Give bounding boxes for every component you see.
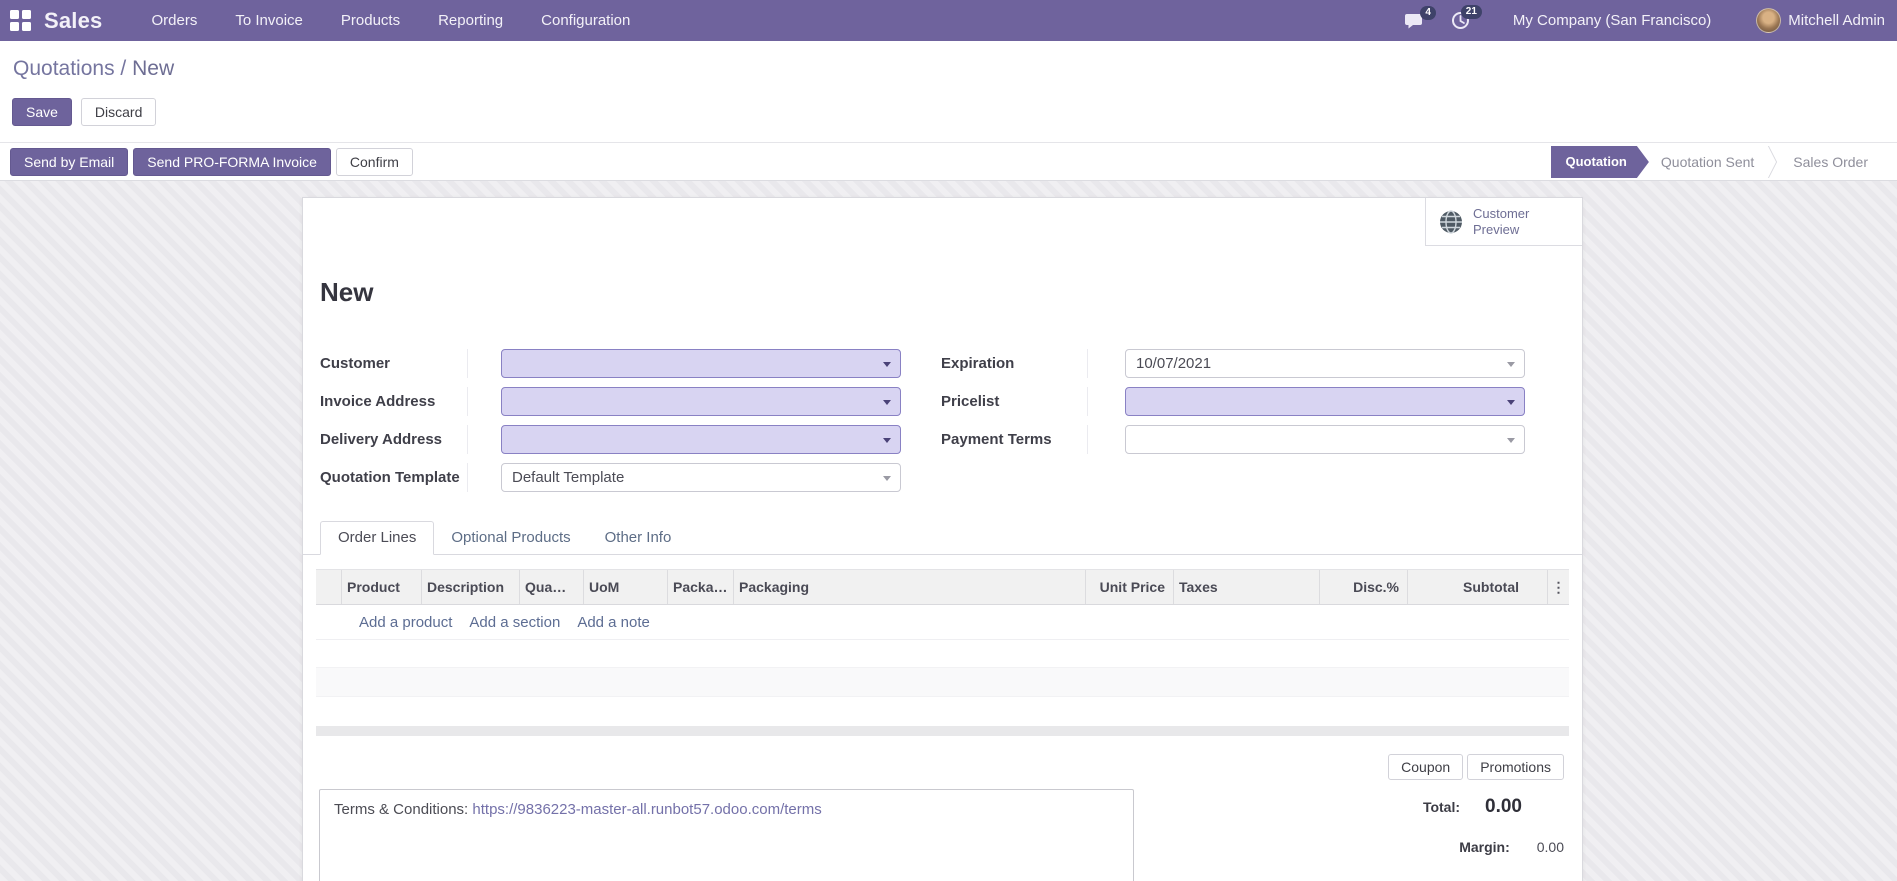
col-handle (316, 570, 342, 604)
payment-terms-input[interactable] (1125, 424, 1525, 454)
discard-button[interactable]: Discard (80, 98, 157, 126)
terms-conditions-textarea[interactable]: Terms & Conditions: https://9836223-mast… (319, 789, 1134, 881)
send-by-email-button[interactable]: Send by Email (10, 148, 129, 176)
add-a-section-link[interactable]: Add a section (469, 614, 560, 631)
quotation-template-input[interactable]: Default Template (501, 462, 901, 492)
menu-to-invoice[interactable]: To Invoice (216, 0, 322, 41)
dropdown-caret-icon (883, 361, 891, 367)
dropdown-caret-icon (1507, 437, 1515, 443)
tab-other-info[interactable]: Other Info (588, 522, 689, 554)
customer-input[interactable] (501, 348, 901, 378)
form-sheet: Customer Preview New Customer Invoice Ad… (302, 197, 1583, 881)
breadcrumb-current: New (132, 57, 175, 80)
company-switcher[interactable]: My Company (San Francisco) (1513, 12, 1711, 29)
user-avatar[interactable] (1756, 8, 1782, 33)
terms-label: Terms & Conditions: (334, 801, 473, 818)
empty-row (316, 697, 1569, 726)
pricelist-input[interactable] (1125, 386, 1525, 416)
messages-badge: 4 (1420, 5, 1436, 20)
add-a-product-link[interactable]: Add a product (359, 614, 452, 631)
dropdown-caret-icon (1507, 361, 1515, 367)
menu-orders[interactable]: Orders (133, 0, 217, 41)
field-group-left: Customer Invoice Address Delivery Addres… (303, 344, 901, 496)
customer-preview-label: Customer Preview (1473, 205, 1530, 237)
statusbar: Quotation Quotation Sent Sales Order (1551, 146, 1881, 178)
col-description: Description (422, 570, 520, 604)
menu-configuration[interactable]: Configuration (522, 0, 649, 41)
pricelist-label: Pricelist (941, 392, 1000, 410)
notebook: Order Lines Optional Products Other Info… (303, 521, 1582, 736)
expiration-input[interactable]: 10/07/2021 (1125, 348, 1525, 378)
invoice-address-input[interactable] (501, 386, 901, 416)
col-uom: UoM (584, 570, 668, 604)
tab-bar: Order Lines Optional Products Other Info (303, 521, 1582, 555)
menu-products[interactable]: Products (322, 0, 419, 41)
status-step-sales-order[interactable]: Sales Order (1781, 146, 1880, 178)
globe-icon (1440, 209, 1462, 234)
expiration-label: Expiration (941, 354, 1015, 372)
coupon-button[interactable]: Coupon (1388, 754, 1464, 780)
send-proforma-button[interactable]: Send PRO-FORMA Invoice (133, 148, 331, 176)
dropdown-caret-icon (883, 475, 891, 481)
promotions-button[interactable]: Promotions (1467, 754, 1564, 780)
record-title: New (320, 277, 374, 307)
col-subtotal: Subtotal (1408, 570, 1548, 604)
total-label: Total: (1422, 799, 1461, 815)
col-packaging-qty: Packaging ... (668, 570, 734, 604)
form-view-background: Customer Preview New Customer Invoice Ad… (0, 181, 1897, 881)
breadcrumb-separator: / (114, 57, 133, 80)
dropdown-caret-icon (883, 399, 891, 405)
customer-label: Customer (320, 354, 391, 372)
apps-menu-button[interactable] (0, 0, 40, 41)
delivery-address-label: Delivery Address (320, 430, 443, 448)
field-group-right: Expiration 10/07/2021 Pricelist Payment … (941, 344, 1525, 496)
margin-value: 0.00 (1536, 839, 1564, 855)
apps-grid-icon (9, 10, 31, 31)
navbar-right: 4 21 My Company (San Francisco) Mitchell… (1403, 5, 1897, 33)
main-menu: Orders To Invoice Products Reporting Con… (133, 0, 650, 41)
col-taxes: Taxes (1174, 570, 1320, 604)
quotation-template-label: Quotation Template (320, 468, 460, 486)
order-lines-table: Product Description Quantity UoM Packagi… (316, 569, 1569, 736)
total-value: 0.00 (1485, 796, 1522, 817)
col-unit-price: Unit Price (1086, 570, 1174, 604)
tab-order-lines[interactable]: Order Lines (320, 521, 435, 555)
control-panel: Quotations / New Save Discard Send by Em… (0, 41, 1897, 181)
invoice-address-label: Invoice Address (320, 392, 436, 410)
horizontal-scrollbar[interactable] (316, 726, 1569, 736)
control-panel-divider (0, 142, 1897, 143)
status-step-quotation-sent[interactable]: Quotation Sent (1649, 146, 1766, 178)
tab-optional-products[interactable]: Optional Products (434, 522, 587, 554)
confirm-button[interactable]: Confirm (335, 148, 413, 176)
messages-button[interactable]: 4 (1403, 5, 1436, 30)
activities-badge: 21 (1460, 5, 1482, 19)
dropdown-caret-icon (1507, 399, 1515, 405)
add-a-note-link[interactable]: Add a note (577, 614, 650, 631)
breadcrumb: Quotations / New (13, 57, 174, 81)
terms-link[interactable]: https://9836223-master-all.runbot57.odoo… (472, 801, 821, 818)
col-quantity: Quantity (520, 570, 584, 604)
add-line-row: Add a product Add a section Add a note (316, 605, 1569, 640)
empty-row (316, 668, 1569, 697)
save-button[interactable]: Save (12, 98, 72, 126)
col-discount: Disc.% (1320, 570, 1408, 604)
dropdown-caret-icon (883, 437, 891, 443)
customer-preview-button[interactable]: Customer Preview (1425, 198, 1582, 246)
app-name[interactable]: Sales (44, 8, 103, 34)
chevron-separator-icon (1767, 146, 1780, 178)
table-header-row: Product Description Quantity UoM Packagi… (316, 569, 1569, 605)
user-menu[interactable]: Mitchell Admin (1788, 12, 1885, 29)
delivery-address-input[interactable] (501, 424, 901, 454)
margin-label: Margin: (1459, 839, 1510, 855)
top-navbar: Sales Orders To Invoice Products Reporti… (0, 0, 1897, 41)
breadcrumb-quotations[interactable]: Quotations (13, 57, 115, 80)
col-product: Product (342, 570, 422, 604)
activities-button[interactable]: 21 (1451, 5, 1482, 30)
column-options-icon[interactable]: ⋮ (1548, 570, 1569, 604)
col-packaging: Packaging (734, 570, 1086, 604)
menu-reporting[interactable]: Reporting (419, 0, 522, 41)
payment-terms-label: Payment Terms (941, 430, 1052, 448)
status-step-quotation[interactable]: Quotation (1551, 146, 1649, 178)
empty-row (316, 640, 1569, 668)
